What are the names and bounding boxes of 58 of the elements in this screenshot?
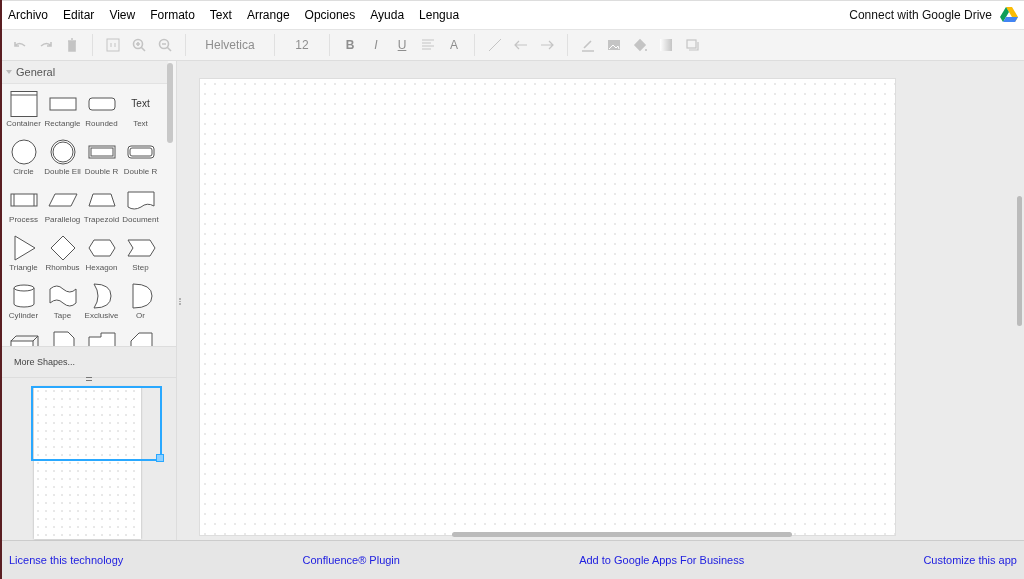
footer-link[interactable]: Confluence® Plugin: [302, 554, 400, 566]
shape-label: Tape: [53, 311, 72, 321]
shape-label: Step: [132, 263, 149, 273]
menu-item[interactable]: View: [109, 8, 136, 22]
shape-label: Or: [136, 311, 145, 321]
shape-label: Cylinder: [8, 311, 39, 321]
menu-item[interactable]: Archivo: [8, 8, 48, 22]
footer-link[interactable]: Customize this app: [923, 554, 1017, 566]
horizontal-scrollbar[interactable]: [452, 532, 792, 537]
collapse-caret-icon: [6, 69, 12, 75]
connect-drive-link[interactable]: Connect with Google Drive: [849, 8, 992, 22]
drawing-page[interactable]: [199, 78, 896, 536]
text-shape-sample[interactable]: Text: [131, 98, 150, 110]
zoom-in-icon: [131, 37, 147, 53]
gradient-icon: [658, 37, 674, 53]
menu-item[interactable]: Text: [209, 8, 232, 22]
shape-label: Container: [6, 119, 41, 129]
resize-handle-icon[interactable]: [86, 377, 92, 381]
section-title: General: [16, 66, 56, 78]
menu-item[interactable]: Ayuda: [370, 8, 405, 22]
scrollbar-thumb[interactable]: [167, 63, 173, 143]
line-icon: [487, 37, 503, 53]
actual-size-icon: [105, 37, 121, 53]
image-icon: [606, 37, 622, 53]
shadow-icon: [684, 37, 700, 53]
shape-label: Double Ell: [44, 167, 81, 177]
shape-label: Document: [122, 215, 159, 225]
shape-label: Trapezoid: [83, 215, 120, 225]
shape-label: Text: [133, 119, 148, 129]
vertical-scrollbar[interactable]: [1017, 196, 1022, 326]
shape-label: Rhombus: [45, 263, 80, 273]
shape-label: Double R: [123, 167, 158, 177]
shape-label: Parallelog: [44, 215, 81, 225]
shape-label: Circle: [13, 167, 34, 177]
section-header[interactable]: General: [2, 61, 168, 84]
menu-item[interactable]: Arrange: [246, 8, 290, 22]
viewport-frame[interactable]: [31, 386, 162, 461]
shape-label: Process: [9, 215, 38, 225]
menu-item[interactable]: Formato: [150, 8, 195, 22]
shape-label: Rectangle: [44, 119, 81, 129]
menu-item[interactable]: Editar: [63, 8, 95, 22]
zoom-out-icon: [157, 37, 173, 53]
shape-label: Triangle: [9, 263, 38, 273]
align-icon: [420, 37, 436, 53]
drive-logo-icon: [1000, 7, 1018, 23]
menu-item[interactable]: Lengua: [419, 8, 460, 22]
footer-link[interactable]: Add to Google Apps For Business: [579, 554, 745, 566]
shape-label: Double R: [84, 167, 119, 177]
more-shapes-button[interactable]: More Shapes...: [2, 347, 176, 378]
shape-label: Hexagon: [85, 263, 118, 273]
shape-label: Exclusive: [84, 311, 119, 321]
paint-bucket-icon: [632, 37, 648, 53]
shape-label: Rounded: [85, 119, 118, 129]
footer-link[interactable]: License this technology: [9, 554, 124, 566]
splitter-handle-icon[interactable]: [179, 298, 181, 305]
menu-item[interactable]: Opciones: [304, 8, 356, 22]
viewport-handle[interactable]: [156, 454, 164, 462]
pencil-icon: [580, 37, 596, 53]
